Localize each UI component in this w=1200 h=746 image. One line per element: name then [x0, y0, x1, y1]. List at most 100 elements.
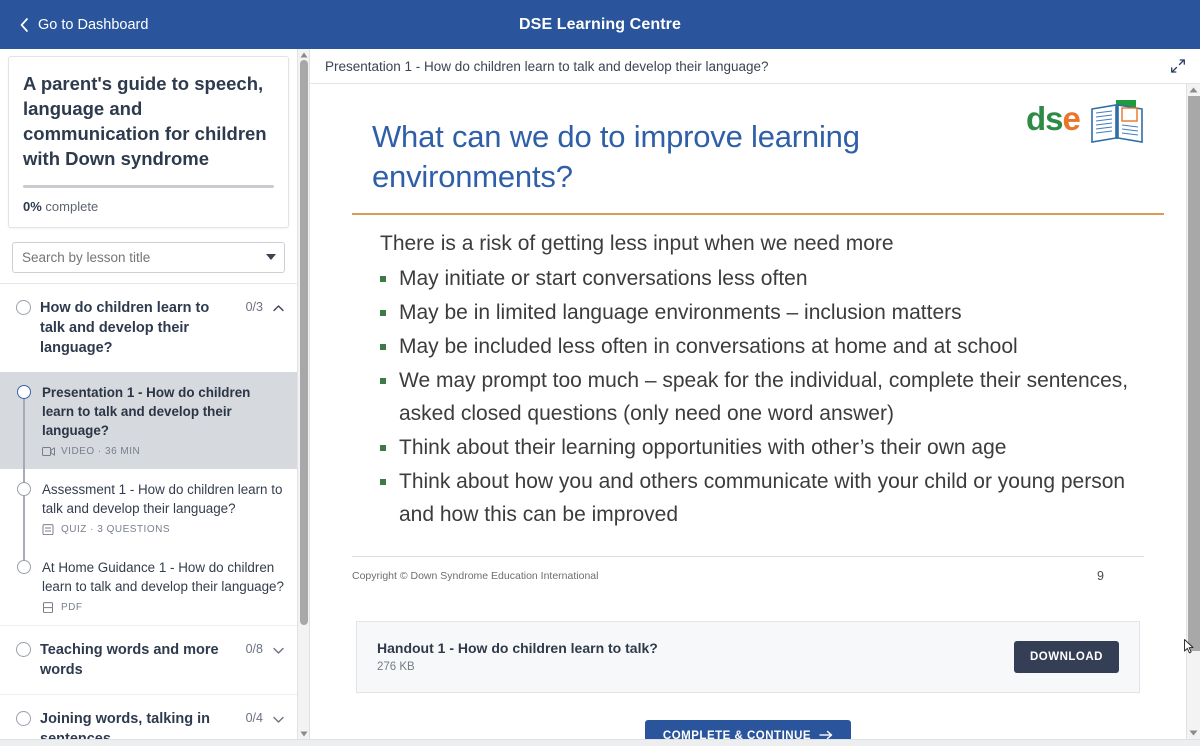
slide-bullet: Think about how you and others communica… [380, 465, 1164, 531]
content-scrollbar-thumb[interactable] [1188, 96, 1200, 651]
course-summary-card: A parent's guide to speech, language and… [8, 56, 289, 228]
bullet-square-icon [380, 343, 386, 350]
course-title: A parent's guide to speech, language and… [23, 73, 267, 169]
bullet-square-icon [380, 444, 386, 451]
download-button[interactable]: DOWNLOAD [1014, 640, 1119, 673]
slide-lead-text: There is a risk of getting less input wh… [380, 231, 894, 255]
slide-copyright: Copyright © Down Syndrome Education Inte… [352, 569, 599, 582]
handout-size: 276 KB [377, 661, 415, 674]
sidebar-section-header[interactable]: Joining words, talking in sentences 0/4 [0, 694, 297, 739]
list-item[interactable]: Presentation 1 - How do children learn t… [0, 372, 297, 470]
lesson-meta-label: QUIZ · 3 QUESTIONS [61, 524, 171, 535]
complete-continue-wrap: COMPLETE & CONTINUE [310, 719, 1186, 739]
scroll-down-icon[interactable] [1187, 727, 1200, 739]
slide-bullet-text: May be included less often in conversati… [399, 334, 1018, 358]
main-body: A parent's guide to speech, language and… [0, 49, 1200, 739]
circle-incomplete-icon [16, 711, 31, 726]
bullet-square-icon [380, 275, 386, 282]
slide-bullet: We may prompt too much – speak for the i… [380, 364, 1164, 430]
lesson-progress-marker [17, 383, 32, 470]
circle-incomplete-icon [17, 385, 31, 399]
lesson-meta: QUIZ · 3 QUESTIONS [42, 524, 285, 536]
pdf-icon [42, 602, 55, 614]
progress-label: complete [45, 199, 99, 214]
lesson-meta-label: VIDEO · 36 MIN [61, 446, 141, 457]
sidebar-scrollbar-thumb[interactable] [300, 60, 308, 625]
slide-footer-divider [352, 555, 1144, 557]
handout-info: Handout 1 - How do children learn to tal… [377, 640, 1014, 673]
search-input[interactable] [12, 242, 285, 273]
scroll-down-icon[interactable] [298, 728, 309, 739]
slide-body: There is a risk of getting less input wh… [360, 227, 1164, 531]
slide-bullet: May be in limited language environments … [380, 296, 1164, 329]
bullet-square-icon [380, 309, 386, 316]
sidebar-content: A parent's guide to speech, language and… [0, 49, 297, 739]
list-item[interactable]: At Home Guidance 1 - How do children lea… [0, 545, 297, 625]
lesson-body: Presentation 1 - How do children learn t… [42, 383, 285, 457]
lesson-progress-marker [17, 545, 32, 613]
lesson-progress-marker [17, 467, 32, 548]
go-to-dashboard-link[interactable]: Go to Dashboard [20, 17, 148, 33]
content-scrollbar[interactable] [1184, 84, 1200, 739]
slide-bullet-text: May be in limited language environments … [399, 300, 962, 324]
progress-bar [23, 185, 274, 188]
timeline-rail [23, 496, 25, 548]
lesson-title: Assessment 1 - How do children learn to … [42, 482, 283, 516]
lesson-title: Presentation 1 - How do children learn t… [42, 385, 251, 438]
lesson-body: Assessment 1 - How do children learn to … [42, 480, 285, 536]
circle-incomplete-icon [16, 300, 31, 315]
dse-logo: dse [1026, 98, 1146, 146]
chevron-down-icon [272, 713, 285, 726]
scroll-up-icon[interactable] [1187, 84, 1200, 96]
expand-arrows-icon[interactable] [1170, 58, 1186, 74]
scroll-up-icon[interactable] [298, 49, 309, 60]
slide-bullet-text: We may prompt too much – speak for the i… [399, 368, 1129, 425]
lesson-search [12, 242, 285, 273]
sidebar-lesson-list: Presentation 1 - How do children learn t… [0, 372, 297, 625]
slide-bullet-text: Think about their learning opportunities… [399, 435, 1007, 459]
lesson-meta: VIDEO · 36 MIN [42, 446, 285, 457]
lesson-title: At Home Guidance 1 - How do children lea… [42, 560, 284, 594]
slide-bullet: May be included less often in conversati… [380, 330, 1164, 363]
list-item[interactable]: Assessment 1 - How do children learn to … [0, 467, 297, 548]
circle-incomplete-icon [17, 482, 31, 496]
circle-incomplete-icon [16, 642, 31, 657]
timeline-rail [23, 399, 25, 470]
progress-text: 0% complete [23, 199, 274, 214]
slide-bullet: May initiate or start conversations less… [380, 262, 1164, 295]
top-bar: Go to Dashboard DSE Learning Centre [0, 0, 1200, 49]
arrow-right-icon [819, 730, 833, 739]
complete-and-continue-label: COMPLETE & CONTINUE [662, 730, 812, 739]
lesson-content-pane: Presentation 1 - How do children learn t… [310, 49, 1200, 739]
quiz-icon [42, 524, 55, 536]
slide-bullet: Think about their learning opportunities… [380, 431, 1164, 464]
section-title: How do children learn to talk and develo… [40, 300, 210, 356]
slide-bullet-text: Think about how you and others communica… [399, 469, 1126, 526]
chevron-up-icon [272, 302, 285, 315]
sidebar-scrollbar[interactable] [297, 49, 309, 739]
breadcrumb: Presentation 1 - How do children learn t… [325, 58, 769, 74]
section-count: 0/8 [245, 642, 263, 656]
chevron-down-icon [272, 644, 285, 657]
circle-incomplete-icon [17, 560, 31, 574]
slide-bullet-text: May initiate or start conversations less… [399, 266, 808, 290]
section-count: 0/4 [245, 711, 263, 725]
section-title: Joining words, talking in sentences [40, 711, 210, 739]
lesson-meta-label: PDF [61, 602, 83, 613]
sidebar-section-header[interactable]: How do children learn to talk and develo… [0, 283, 297, 372]
complete-and-continue-button[interactable]: COMPLETE & CONTINUE [644, 719, 852, 739]
learning-centre-app: Go to Dashboard DSE Learning Centre A pa… [0, 0, 1200, 746]
presentation-slide: What can we do to improve learning envir… [310, 84, 1186, 583]
slide-header: What can we do to improve learning envir… [332, 92, 1164, 197]
sidebar-section-header[interactable]: Teaching words and more words 0/8 [0, 625, 297, 694]
lesson-meta: PDF [42, 602, 285, 614]
slide-page-number: 9 [1097, 568, 1104, 583]
course-sidebar: A parent's guide to speech, language and… [0, 49, 310, 739]
content-scroll-region: What can we do to improve learning envir… [310, 84, 1200, 739]
go-to-dashboard-label: Go to Dashboard [38, 16, 149, 33]
slide-title: What can we do to improve learning envir… [372, 119, 860, 194]
handout-card: Handout 1 - How do children learn to tal… [356, 620, 1140, 693]
section-title: Teaching words and more words [40, 642, 219, 678]
progress-percent: 0% [23, 199, 42, 214]
bullet-square-icon [380, 478, 386, 485]
